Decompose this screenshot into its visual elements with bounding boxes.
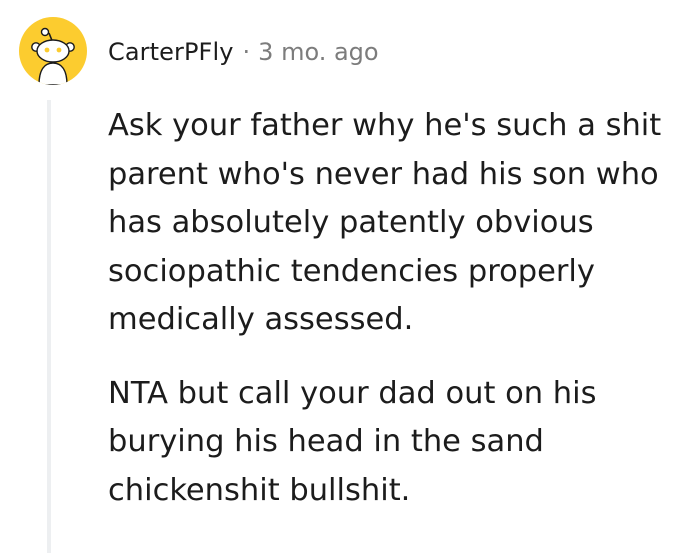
user-avatar[interactable]	[19, 17, 87, 85]
comment-body: Ask your father why he's such a shit par…	[108, 102, 700, 515]
comment-timestamp[interactable]: 3 mo. ago	[258, 38, 378, 66]
comment-text-line: has absolutely patently obvious	[108, 205, 594, 240]
comment-text-line: Ask your father why he's such a shit	[108, 108, 662, 143]
comment-paragraph: Ask your father why he's such a shit par…	[108, 102, 700, 345]
comment-text-line: medically assessed.	[108, 302, 414, 337]
comment-paragraph: NTA but call your dad out on his burying…	[108, 370, 700, 516]
comment-text-line: burying his head in the sand	[108, 424, 544, 459]
comment-text-line: chickenshit bullshit.	[108, 472, 411, 508]
comment: CarterPFly · 3 mo. ago Ask your father w…	[0, 0, 700, 553]
username-link[interactable]: CarterPFly	[108, 38, 234, 66]
comment-meta: CarterPFly · 3 mo. ago	[108, 34, 379, 70]
thread-collapse-line[interactable]	[47, 100, 51, 553]
comment-text-line: parent who's never had his son who	[108, 156, 659, 192]
comment-text-line: NTA but call your dad out on his	[108, 375, 597, 411]
comment-text-line: sociopathic tendencies properly	[108, 253, 595, 289]
snoo-avatar-icon	[31, 27, 75, 85]
meta-separator: ·	[242, 38, 251, 66]
